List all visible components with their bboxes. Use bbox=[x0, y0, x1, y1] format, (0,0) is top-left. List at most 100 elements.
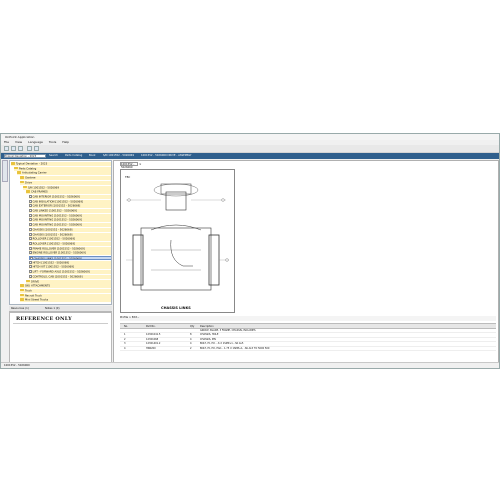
divider bbox=[13, 323, 108, 324]
document-icon bbox=[29, 204, 32, 208]
zoom-icon[interactable] bbox=[34, 146, 39, 151]
table-cell: CHASSIS, PIN bbox=[200, 337, 216, 341]
forward-icon[interactable] bbox=[11, 146, 16, 151]
tab-search[interactable]: Search bbox=[49, 154, 63, 158]
document-icon bbox=[29, 274, 32, 278]
document-icon bbox=[29, 218, 32, 222]
table-cell: 4 bbox=[190, 342, 192, 345]
tree-item[interactable]: CAB INSULATION [1001552 - 5026069] bbox=[29, 199, 111, 204]
menu-view[interactable]: View bbox=[15, 140, 22, 144]
reference-title: REFERENCE ONLY bbox=[16, 316, 72, 322]
document-icon bbox=[29, 194, 32, 198]
menu-language[interactable]: Language bbox=[28, 140, 43, 144]
document-icon bbox=[29, 237, 32, 241]
tree-item[interactable]: CAB EXTERIOR [1001552 - 5026069] bbox=[29, 204, 111, 209]
tree-item[interactable]: CAB MOUNTING [1001552 - 5026069] bbox=[29, 213, 111, 218]
tree-item-label: CAB LINKED [1001552 - 5026069] bbox=[32, 209, 77, 213]
tree-item[interactable]: Articulating Carrier bbox=[17, 171, 111, 176]
side-panel-toggle[interactable] bbox=[2, 160, 8, 182]
folder-icon bbox=[20, 284, 24, 287]
document-tab[interactable]: 1001552 - 5026069 bbox=[120, 162, 138, 169]
document-area: 1001552 - 5026069 × TBC CHASSIS LINKS Pr… bbox=[113, 160, 499, 368]
menu-file[interactable]: File bbox=[4, 140, 9, 144]
document-icon bbox=[29, 213, 32, 217]
tree-item-label: HITCH KIT [1001552 - 5026069] bbox=[32, 265, 74, 269]
tree-item[interactable]: ROLLOVER [1001552 - 5026069] bbox=[29, 241, 111, 246]
table-cell: 2 bbox=[124, 337, 126, 341]
tree-item-label: CHASSIS [1001552 - 5026069] bbox=[32, 233, 73, 236]
tree-item[interactable]: Parts Catalog bbox=[14, 166, 111, 171]
tree-item-label: CAB EXTERIOR [1001552 - 5026069] bbox=[32, 204, 81, 208]
tree-item[interactable]: CAB FRAMES bbox=[26, 190, 111, 195]
illustration-id: TBC bbox=[125, 176, 131, 179]
parts-illustration: TBC CHASSIS LINKS bbox=[120, 169, 235, 313]
application-window: OnPoint Application File View Language T… bbox=[0, 133, 500, 369]
table-cell: 12301068 bbox=[146, 337, 159, 341]
tree-item[interactable]: Typical Deviation - 2023 bbox=[11, 162, 111, 166]
document-icon bbox=[29, 270, 32, 274]
tree-item-label: HITCH [1001552 - 5026069] bbox=[32, 261, 70, 265]
tree-item-label: Truck bbox=[25, 289, 32, 293]
tree-item-label: DRIVE bbox=[31, 279, 39, 283]
document-icon bbox=[29, 260, 32, 264]
back-icon[interactable] bbox=[4, 146, 9, 151]
tab-resources[interactable]: Resources (1) bbox=[11, 307, 29, 311]
catalog-tree: Typical Deviation - 2023 Parts Catalog Art… bbox=[9, 160, 112, 305]
tab-notes[interactable]: Notes 1 (0) bbox=[45, 307, 59, 311]
tree-item[interactable]: Recruit Truck bbox=[20, 293, 111, 298]
tree-item[interactable]: ENGINE ROLLOVER [1001552 - 5026069] bbox=[29, 251, 111, 256]
tree-item[interactable]: CHASSIS LINKS [1001552 - 5026069] bbox=[29, 256, 111, 260]
document-icon bbox=[29, 246, 32, 250]
document-icon bbox=[29, 232, 32, 236]
tree-item-label: CHASSIS LINKS [1001552 - 5026069] bbox=[33, 257, 82, 260]
tree-item[interactable]: CAB MOUNTING [1001552 - 5026069] bbox=[29, 218, 111, 223]
table-cell: 4 bbox=[190, 337, 192, 341]
tree-item[interactable]: Drive bbox=[20, 180, 111, 185]
tree-item[interactable]: HITCH [1001552 - 5026069] bbox=[29, 260, 111, 265]
menu-tools[interactable]: Tools bbox=[49, 140, 56, 144]
tree-item-label: CHASSIS [1001552 - 5026069] bbox=[32, 228, 73, 232]
tree-item-label: S/N 1001552 - 5026069 bbox=[28, 185, 59, 189]
tree-item[interactable]: HITCH KIT [1001552 - 5026069] bbox=[29, 265, 111, 270]
tree-item[interactable]: S/N 1001552 - 5026069 bbox=[23, 185, 111, 190]
tree-item[interactable]: Gantree bbox=[20, 176, 111, 181]
table-row[interactable]: 4 HN0200 2 BOLT, HI, HX, HG1 - 1.75 X 1SMP+… bbox=[120, 346, 496, 351]
menu-help[interactable]: Help bbox=[62, 140, 69, 144]
tree-item-label: Gantree bbox=[25, 176, 36, 180]
parts-profile-label[interactable]: Profile > Edit... bbox=[120, 316, 139, 319]
tree-item[interactable]: ROLLOVER [1001552 - 5026069] bbox=[29, 237, 111, 242]
tab-drive-assembly[interactable]: 1001552 - 5026069 DRIVE - ASSEMBLY bbox=[141, 154, 201, 158]
tree-item-label: Articulating Carrier bbox=[22, 171, 47, 175]
tabs-bar: Typical Deviation - 2023 Search Parts Ca… bbox=[1, 153, 499, 159]
tree-item[interactable]: CAB INTERIOR [1001552 - 5026069] bbox=[29, 194, 111, 199]
table-cell: 4 bbox=[124, 346, 126, 350]
tree-item[interactable]: CHASSIS [1001552 - 5026069] bbox=[29, 227, 111, 232]
folder-icon bbox=[14, 166, 18, 170]
tree-item-label: CAB INSULATION [1001552 - 5026069] bbox=[32, 200, 83, 204]
table-cell: 12301401.2 bbox=[146, 342, 161, 345]
parts-profile-bar: Profile > Edit... bbox=[120, 316, 496, 321]
tree-item[interactable]: SKU ATTACHMENTS bbox=[20, 284, 111, 289]
close-icon[interactable]: × bbox=[139, 162, 142, 166]
tree-item-label: Recruit Truck bbox=[25, 293, 42, 297]
tree-item-label: ROLLOVER [1001552 - 5026069] bbox=[32, 237, 75, 241]
tab-serial[interactable]: S/N 1001552 - 5026069 bbox=[103, 154, 139, 158]
folder-icon bbox=[20, 176, 24, 179]
tree-item[interactable]: CONTROLS, CAB [1001552 - 5026069] bbox=[29, 274, 111, 279]
tree-item[interactable]: CAB LINKED [1001552 - 5026069] bbox=[29, 209, 111, 213]
print-icon[interactable] bbox=[27, 146, 32, 151]
tree-item[interactable]: Mini Street Trucks bbox=[20, 298, 111, 303]
document-icon bbox=[29, 223, 32, 227]
tree-item[interactable]: CAB MOUNTING [1001552 - 5026069] bbox=[29, 223, 111, 228]
tree-item[interactable]: CHASSIS [1001552 - 5026069] bbox=[29, 232, 111, 237]
tree-item[interactable]: LIFT - FORWARD AXLE [1001552 - 5026069] bbox=[29, 270, 111, 275]
tree-item[interactable]: Truck bbox=[20, 288, 111, 293]
table-cell: BOLT, HI, HX, HG1 - 1.75 X 1SMP+1, .SK A… bbox=[200, 346, 270, 350]
tree-item[interactable]: DRIVE bbox=[26, 279, 111, 284]
table-cell: 12301041.5 bbox=[146, 333, 161, 336]
tab-parts-catalog[interactable]: Parts Catalog bbox=[65, 154, 87, 158]
home-icon[interactable] bbox=[18, 146, 23, 151]
tree-item[interactable]: FRAME ROLLOVER [1001552 - 5026069] bbox=[29, 246, 111, 251]
tab-typical-deviation[interactable]: Typical Deviation - 2023 bbox=[4, 154, 46, 158]
tab-book[interactable]: Book bbox=[89, 154, 101, 158]
